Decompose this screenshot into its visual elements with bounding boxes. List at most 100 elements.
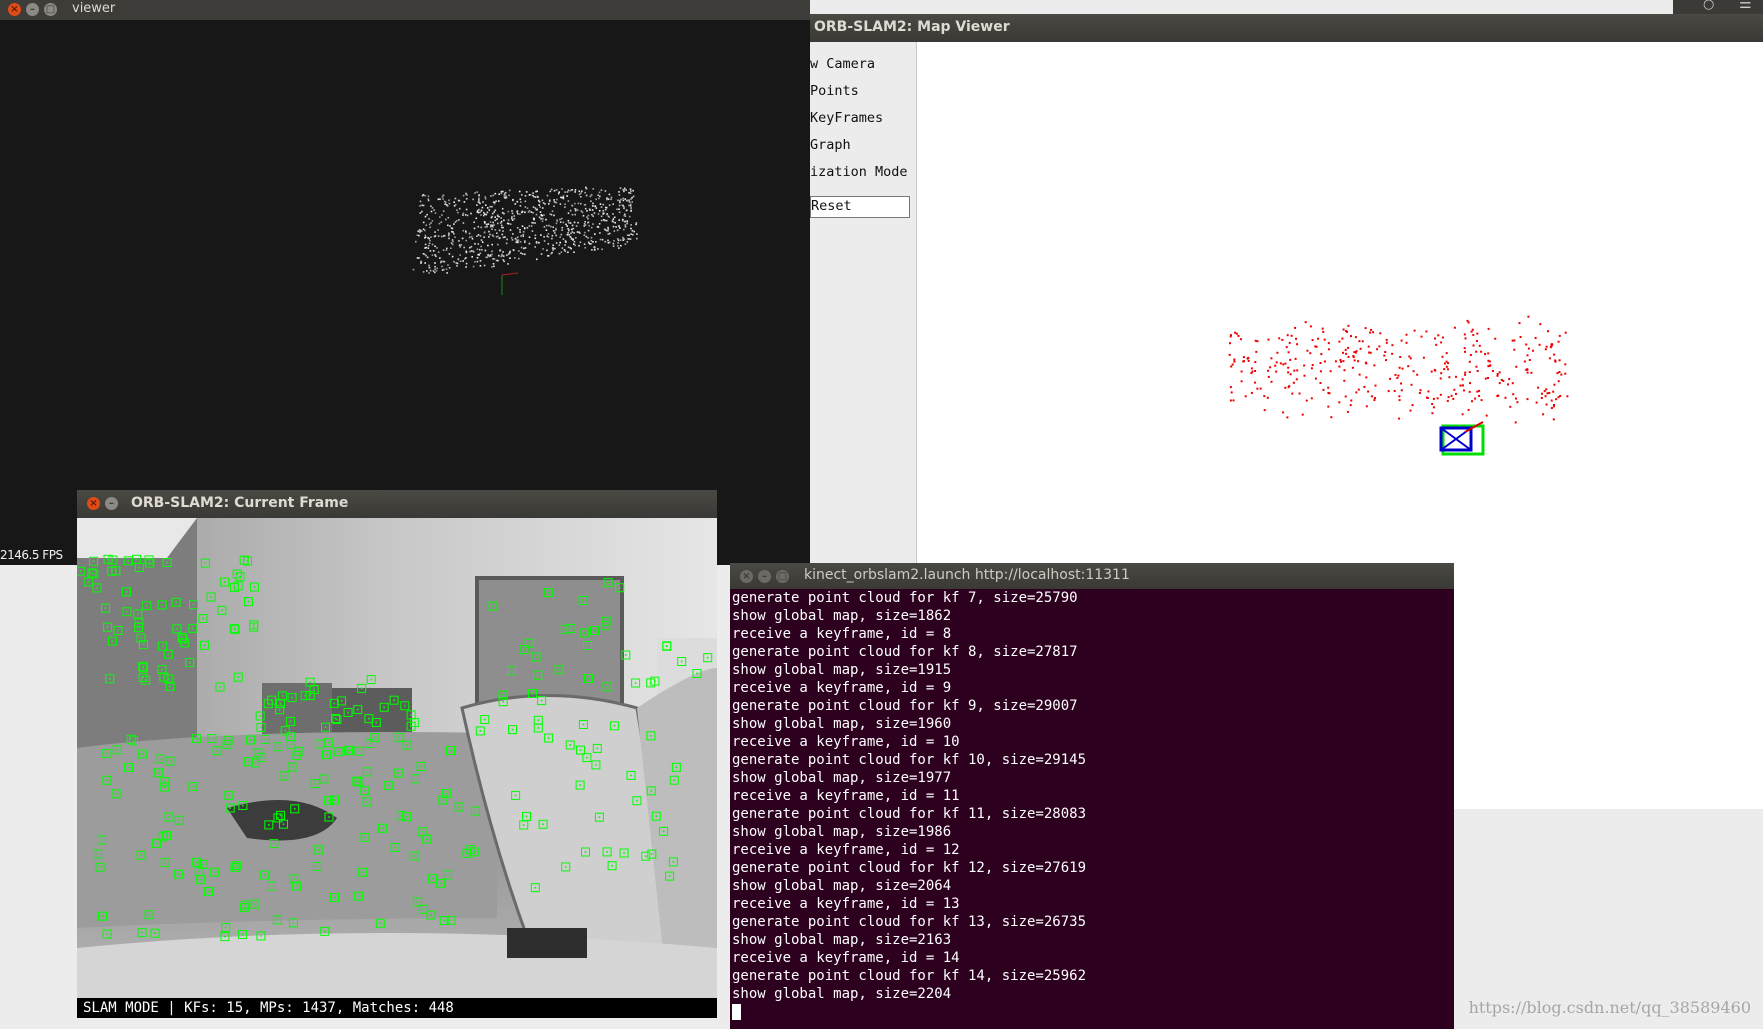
map-point [1467,408,1470,411]
orb-feature-point [247,600,250,603]
map-point [1534,337,1537,339]
orb-feature-point [596,747,599,750]
terminal-titlebar[interactable]: × – □ kinect_orbslam2.launch http://loca… [730,563,1454,589]
map-point [1400,339,1403,342]
cloud-point [518,190,521,193]
map-point [1545,403,1548,406]
cloud-point [629,188,632,190]
cloud-point [545,218,547,221]
cloud-point [558,244,561,246]
cloud-point [539,211,542,213]
cloud-point [428,272,430,274]
menu-localization-mode[interactable]: ization Mode [810,164,908,180]
cloud-point [433,235,436,238]
maximize-icon[interactable]: □ [776,570,789,583]
current-frame-window[interactable]: × – ORB-SLAM2: Current Frame SLAM MODE |… [77,490,717,1018]
cloud-point [458,199,461,202]
map-point [1230,365,1233,368]
cloud-point [617,239,620,242]
orb-feature-point [202,863,204,866]
map-point [1342,351,1344,354]
menu-show-points[interactable]: Points [810,83,859,99]
close-icon[interactable]: × [87,497,100,510]
map-point [1233,360,1236,363]
terminal-window[interactable]: × – □ kinect_orbslam2.launch http://loca… [730,563,1454,1029]
cloud-point [630,224,632,226]
cloud-point [579,232,581,234]
close-icon[interactable]: × [740,570,753,583]
cloud-point [484,204,487,206]
cloud-point [624,224,627,226]
cloud-point [598,197,600,200]
current-frame-titlebar[interactable]: × – ORB-SLAM2: Current Frame [77,490,717,518]
cloud-point [426,270,428,272]
orb-feature-point [492,605,494,607]
terminal-line: receive a keyframe, id = 10 [732,734,960,750]
maximize-icon[interactable]: □ [44,3,57,16]
orb-feature-point [252,626,255,628]
reset-button[interactable]: Reset [810,196,910,218]
cloud-point [484,226,487,228]
map-point [1455,392,1457,395]
point-cloud-view[interactable] [0,20,810,565]
map-point [1498,371,1501,374]
map-point [1435,343,1438,346]
cloud-point [454,236,456,238]
orb-feature-point [106,779,108,782]
map-point [1289,358,1292,361]
cloud-point [587,229,590,232]
cloud-point [502,190,504,193]
cloud-point [428,223,431,226]
menu-show-keyframes[interactable]: KeyFrames [810,110,883,126]
map-point [1426,396,1428,399]
minimize-icon[interactable]: – [758,570,771,583]
orb-feature-point [426,838,428,840]
map-point [1427,390,1430,393]
terminal-line: generate point cloud for kf 14, size=259… [732,968,1087,984]
orb-feature-point [135,558,138,561]
cloud-point [553,214,555,217]
minimize-icon[interactable]: – [26,3,39,16]
orb-feature-point [605,620,607,623]
cloud-point [582,215,585,217]
map-point [1450,394,1453,397]
orb-feature-point [483,718,486,721]
cloud-point [524,195,527,197]
cloud-point [533,195,535,198]
cloud-point [501,207,504,210]
map-point [1340,360,1342,363]
orb-feature-point [92,573,95,575]
orb-feature-point [189,661,191,664]
orb-feature-point [416,901,419,903]
cloud-point [625,189,627,191]
cloud-point [484,222,486,224]
menu-icon[interactable]: ☰ [1739,0,1752,12]
map-point [1564,372,1567,375]
orb-feature-point [446,874,449,876]
orb-feature-point [398,736,400,739]
map-point [1398,417,1401,420]
orb-feature-point [101,915,104,917]
cloud-point [412,268,415,271]
cloud-point [491,228,493,230]
terminal-output[interactable]: generate point cloud for kf 7, size=2579… [730,589,1454,1029]
menu-follow-camera[interactable]: w Camera [810,56,875,72]
viewer-titlebar[interactable]: × – □ viewer [0,0,810,20]
cloud-point [614,221,616,224]
cloud-point [505,242,508,245]
cloud-point [618,191,620,193]
orb-feature-point [537,727,540,729]
close-icon[interactable]: × [8,3,21,16]
cloud-point [608,216,610,218]
map-viewer-titlebar[interactable]: ORB-SLAM2: Map Viewer [810,14,1763,42]
viewer-window[interactable]: × – □ viewer [0,0,810,565]
search-icon[interactable]: ○ [1703,0,1714,12]
orb-feature-point [675,766,678,769]
map-point [1247,359,1250,362]
minimize-icon[interactable]: – [105,497,118,510]
orb-feature-point [586,644,589,647]
cloud-point [433,209,435,211]
cloud-point [612,218,615,220]
cloud-point [608,193,611,196]
menu-show-graph[interactable]: Graph [810,137,851,153]
